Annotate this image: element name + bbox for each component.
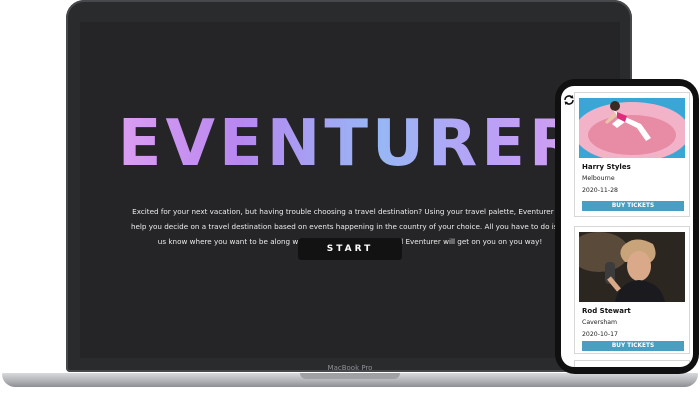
event-card: Harry Styles Melbourne 2020-11-28 BUY TI…: [574, 92, 690, 217]
artist-photo: [579, 232, 685, 302]
artist-name: Rod Stewart: [582, 307, 631, 315]
buy-tickets-button[interactable]: BUY TICKETS: [582, 201, 684, 211]
artist-photo: [579, 98, 685, 158]
start-button[interactable]: START: [298, 238, 402, 260]
artist-name: Harry Styles: [582, 163, 631, 171]
hero-title: EVENTURER: [80, 112, 620, 176]
event-date: 2020-11-28: [582, 187, 618, 194]
event-card: Rod Stewart Caversham 2020-10-17 BUY TIC…: [574, 226, 690, 354]
event-card: [574, 360, 690, 367]
buy-tickets-button[interactable]: BUY TICKETS: [582, 341, 684, 351]
event-city: Caversham: [582, 319, 618, 326]
event-city: Melbourne: [582, 175, 615, 182]
phone-screen: Harry Styles Melbourne 2020-11-28 BUY TI…: [561, 86, 693, 367]
laptop-notch: [300, 373, 400, 379]
event-date: 2020-10-17: [582, 331, 618, 338]
laptop-screen: EVENTURER Excited for your next vacation…: [80, 22, 620, 358]
